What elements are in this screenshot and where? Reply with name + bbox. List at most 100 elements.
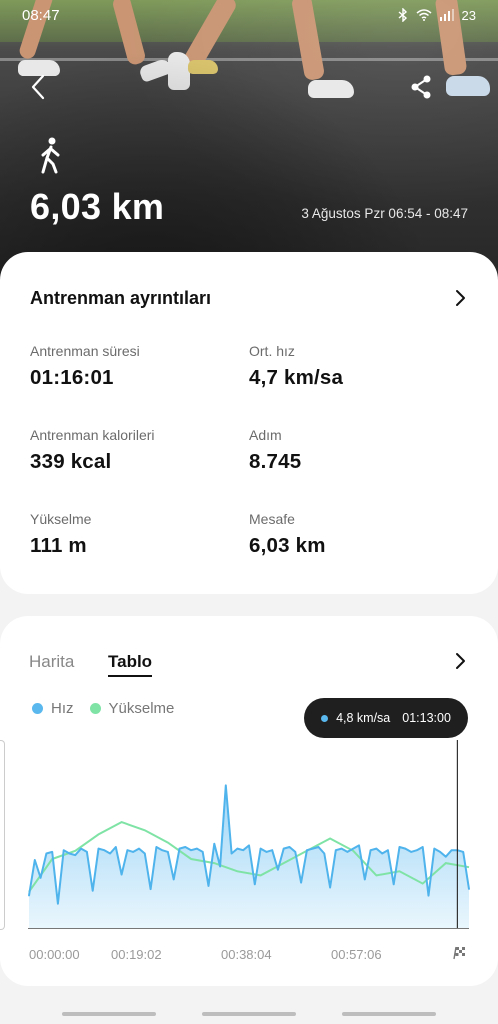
speed-point [375,847,378,850]
speed-point [161,849,163,851]
hero-image [0,0,498,290]
metric-duration: Antrenman süresi 01:16:01 [30,343,140,390]
speed-point [138,847,140,850]
speed-point [387,849,389,851]
speed-point [172,878,175,881]
speed-point [184,846,187,848]
metric-value: 8.745 [249,450,302,473]
speed-point [62,849,65,851]
speed-point [45,852,48,855]
speed-point [352,847,355,850]
speed-point [167,851,169,853]
speed-point [271,849,273,851]
speed-point [225,784,227,787]
speed-point [68,852,71,855]
speed-point [254,883,256,886]
nav-home-button[interactable] [202,1012,296,1016]
speed-point [51,851,53,853]
tab-map[interactable]: Harita [29,652,74,672]
speed-point [427,894,430,897]
speed-point [144,852,146,855]
workout-datetime: 3 Ağustos Pzr 06:54 - 08:47 [301,206,468,221]
speed-point [311,847,314,850]
speed-point [265,851,268,853]
speed-point [439,851,441,853]
metric-value: 01:16:01 [30,366,114,389]
speed-point [57,902,59,905]
chart-card: Harita Tablo Hız Yükselme 4,8 km/sa 01:1… [0,616,498,986]
metric-label: Antrenman süresi [30,343,140,359]
speed-point [445,855,447,858]
speed-area [29,785,469,928]
x-tick-label: 00:57:06 [331,947,382,962]
metric-label: Adım [249,427,282,443]
speed-point [97,847,100,850]
speed-point [115,846,117,848]
speed-point [28,894,30,897]
speed-point [369,849,372,851]
signal-icon [439,9,454,21]
chevron-right-icon[interactable] [450,651,470,671]
chevron-right-icon[interactable] [450,288,470,308]
status-time: 08:47 [22,6,60,24]
speed-point [201,851,204,853]
finish-flag-icon [453,946,465,960]
speed-point [450,849,453,851]
metric-steps: Adım 8.745 [249,427,301,474]
metric-calories: Antrenman kalorileri 339 kcal [30,427,155,474]
speed-point [86,851,88,853]
x-tick-label: 00:38:04 [221,947,272,962]
speed-point [294,851,297,853]
speed-point [91,889,94,892]
speed-point [126,849,129,851]
speed-point [80,847,82,850]
nav-recents-button[interactable] [62,1012,156,1016]
legend-item-speed[interactable]: Hız [32,700,74,717]
speed-point [74,854,77,856]
metric-value: 111 m [30,534,87,557]
tab-table[interactable]: Tablo [108,652,153,677]
status-bar: 08:47 23 [0,0,498,30]
speed-point [468,888,470,890]
speed-point [219,865,221,868]
metric-label: Yükselme [30,511,92,527]
legend-item-elevation[interactable]: Yükselme [89,700,175,717]
speed-point [207,885,210,887]
speed-point [340,847,343,850]
legend-label: Yükselme [108,700,175,717]
speed-point [178,847,181,850]
tooltip-dot [321,714,329,722]
speed-point [277,868,279,871]
x-tick-label: 00:19:02 [111,947,162,962]
nav-back-button[interactable] [342,1012,436,1016]
details-title: Antrenman ayrıntıları [30,288,212,308]
speed-point [109,852,111,855]
metric-value: 6,03 km [249,534,326,557]
speed-point [462,851,465,853]
x-tick-label: 00:00:00 [29,947,80,962]
speed-point [120,873,123,876]
speed-point [364,878,366,881]
chart-legend: Hız Yükselme [32,700,180,717]
speed-point [230,852,233,855]
workout-details-card[interactable]: Antrenman ayrıntıları Antrenman süresi 0… [0,252,498,594]
speed-point [433,847,436,850]
speed-point [213,843,216,845]
tooltip-value: 4,8 km/sa [336,711,391,725]
battery-level: 23 [461,7,476,23]
share-icon[interactable] [406,72,436,102]
legend-label: Hız [51,700,74,717]
metric-value: 4,7 km/sa [249,366,344,389]
speed-point [416,849,418,851]
speed-point [103,849,106,851]
speed-point [329,886,331,889]
back-arrow-icon[interactable] [24,72,54,102]
side-handle[interactable] [0,740,5,930]
speed-point [404,847,407,850]
chart-tooltip: 4,8 km/sa 01:13:00 [304,698,468,738]
speed-point [300,881,302,884]
speed-point [39,877,42,879]
metric-label: Mesafe [249,511,295,527]
metric-distance: Mesafe 6,03 km [249,511,326,558]
speed-elevation-chart[interactable] [28,740,470,938]
